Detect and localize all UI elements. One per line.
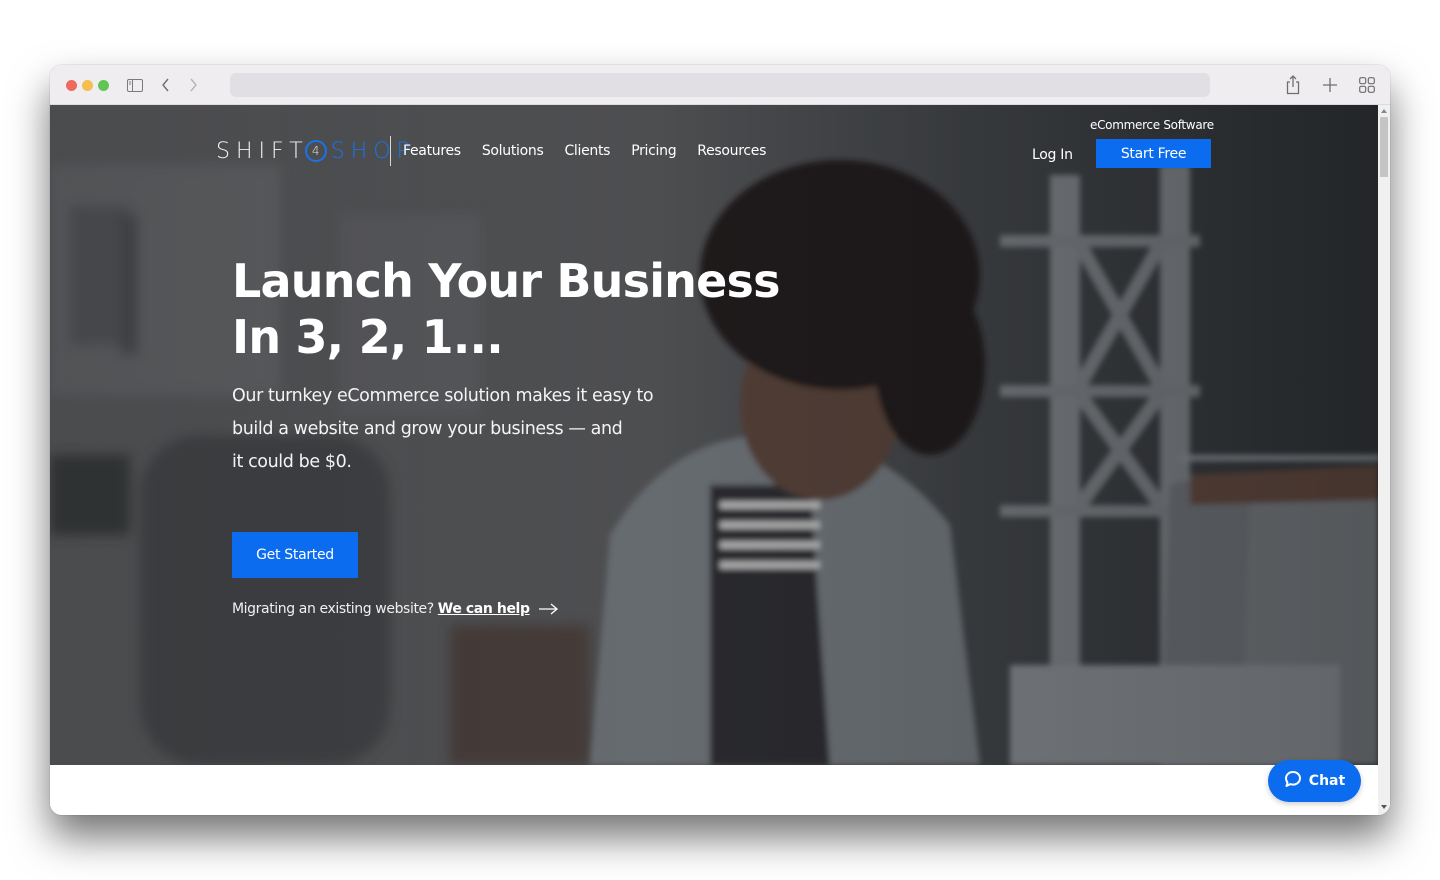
- get-started-button[interactable]: Get Started: [232, 532, 358, 578]
- chat-button[interactable]: Chat: [1268, 760, 1361, 802]
- nav-link-solutions[interactable]: Solutions: [482, 143, 544, 159]
- nav-divider: [390, 136, 391, 166]
- browser-toolbar: [50, 65, 1390, 105]
- nav-link-resources[interactable]: Resources: [697, 143, 766, 159]
- close-window-button[interactable]: [66, 80, 77, 91]
- sidebar-icon[interactable]: [125, 75, 145, 95]
- subcopy-line-1: Our turnkey eCommerce solution makes it …: [232, 386, 654, 406]
- headline-line-2: In 3, 2, 1...: [232, 310, 504, 364]
- scroll-up-arrow-icon[interactable]: [1381, 109, 1387, 113]
- we-can-help-link[interactable]: We can help: [438, 601, 530, 617]
- logo-circle-four: 4: [304, 140, 327, 162]
- maximize-window-button[interactable]: [98, 80, 109, 91]
- hero-subcopy: Our turnkey eCommerce solution makes it …: [232, 380, 682, 479]
- main-nav: Features Solutions Clients Pricing Resou…: [403, 143, 787, 159]
- chat-bubble-icon: [1284, 770, 1302, 792]
- page-scrollbar[interactable]: [1378, 105, 1390, 815]
- migration-text: Migrating an existing website?: [232, 601, 434, 617]
- migration-prompt: Migrating an existing website? We can he…: [232, 601, 559, 617]
- nav-link-pricing[interactable]: Pricing: [631, 143, 676, 159]
- share-icon[interactable]: [1283, 75, 1303, 95]
- subcopy-line-3: it could be $0.: [232, 452, 352, 472]
- page-viewport: SHIFT 4 SHOP Features Solutions Clients …: [50, 105, 1390, 815]
- browser-window: SHIFT 4 SHOP Features Solutions Clients …: [50, 65, 1390, 815]
- nav-link-features[interactable]: Features: [403, 143, 461, 159]
- chevron-left-icon[interactable]: [156, 75, 176, 95]
- nav-tagline: eCommerce Software: [1090, 118, 1214, 132]
- login-link[interactable]: Log In: [1032, 147, 1073, 163]
- minimize-window-button[interactable]: [82, 80, 93, 91]
- arrow-right-icon[interactable]: [538, 603, 559, 615]
- hero-headline: Launch Your Business In 3, 2, 1...: [232, 253, 792, 365]
- logo-text-shift: SHIFT: [216, 138, 309, 164]
- plus-icon[interactable]: [1320, 75, 1340, 95]
- grid-icon[interactable]: [1357, 75, 1377, 95]
- site-logo[interactable]: SHIFT 4 SHOP: [216, 138, 416, 164]
- subcopy-line-2: build a website and grow your business —…: [232, 419, 623, 439]
- start-free-button[interactable]: Start Free: [1096, 139, 1211, 168]
- chat-label: Chat: [1308, 773, 1346, 789]
- chevron-right-icon[interactable]: [183, 75, 203, 95]
- headline-line-1: Launch Your Business: [232, 254, 780, 308]
- nav-link-clients[interactable]: Clients: [564, 143, 610, 159]
- scroll-down-arrow-icon[interactable]: [1381, 805, 1387, 809]
- scrollbar-thumb[interactable]: [1380, 117, 1388, 177]
- hero-section: SHIFT 4 SHOP Features Solutions Clients …: [50, 105, 1378, 765]
- address-bar[interactable]: [230, 73, 1210, 97]
